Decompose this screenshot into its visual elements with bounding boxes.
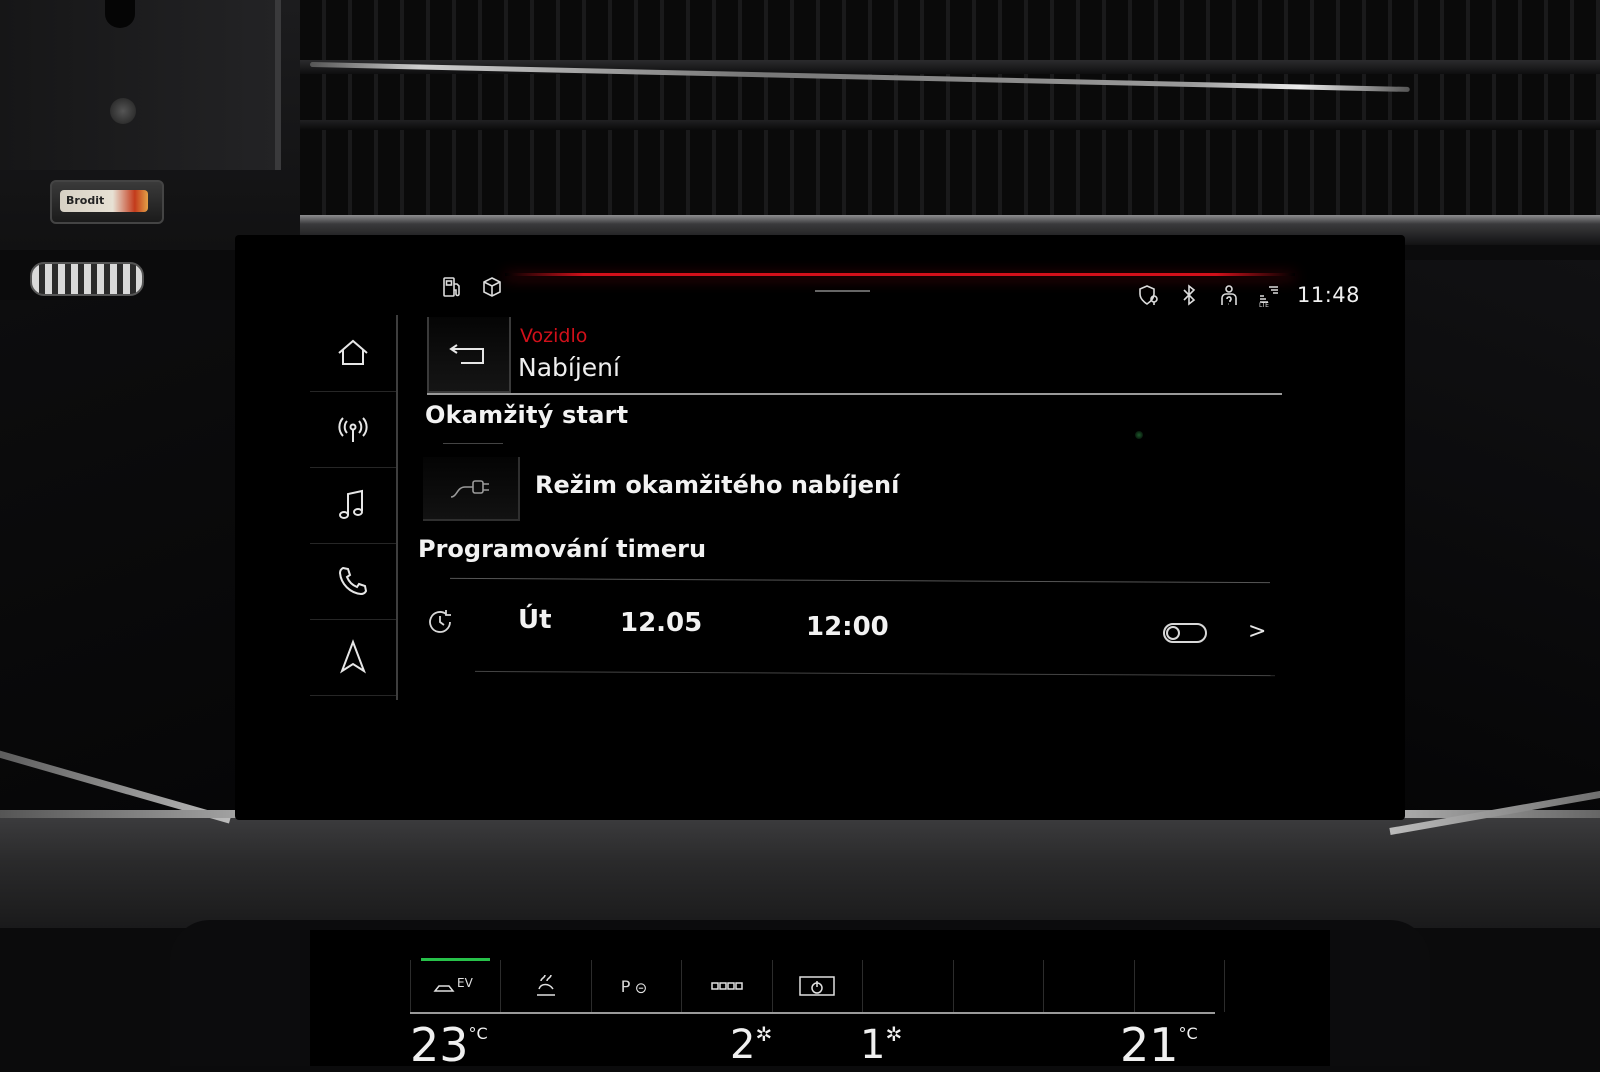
temp-unit: °C [1178,1024,1198,1043]
timer-clock-icon [429,610,451,633]
back-arrow-icon [449,344,484,364]
nav-item-home[interactable] [310,315,396,392]
navigation-arrow-icon [339,639,367,674]
timer-time: 12:00 [806,612,889,642]
bluetooth-icon[interactable] [1177,283,1201,307]
climate-tab-empty[interactable] [952,960,1043,1012]
status-left [440,275,504,299]
fan-icon: ✲ [755,1022,773,1046]
timer-enable-toggle[interactable] [1163,623,1207,643]
air-vent [300,0,1600,217]
fan-right-value: 1 [860,1022,886,1068]
timer-date: 12.05 [620,608,703,638]
left-temperature[interactable]: 23°C [410,1018,488,1072]
side-navigation [310,315,398,700]
instant-charge-tile[interactable] [423,457,520,521]
row-divider [475,670,1275,677]
left-fan-level[interactable]: 2✲ [730,1022,772,1068]
phone-icon [338,566,368,596]
left-temp-value: 23 [410,1018,469,1072]
header-divider [427,393,1282,395]
instant-charge-mode-label[interactable]: Režim okamžitého nabíjení [535,471,899,499]
climate-tab-empty[interactable] [1133,960,1225,1012]
right-temperature[interactable]: 21°C [1120,1018,1198,1072]
status-clock: 11:48 [1296,283,1360,307]
climate-control-screen: EV P 23°C 2✲ 1✲ 21°C [310,930,1330,1072]
toggle-knob [1166,626,1180,640]
bracket-screw [105,0,135,28]
air-vent-slat [300,120,1600,130]
nav-item-navigation[interactable] [310,619,396,696]
dashboard-left-trim [0,300,235,820]
climate-tab-power[interactable] [771,960,862,1012]
section-title-instant-start: Okamžitý start [425,401,629,429]
home-icon [338,339,368,365]
svg-text:LTE: LTE [1259,302,1269,307]
lte-signal-icon[interactable]: LTE [1257,283,1281,309]
holder-brand-label: Brodit [60,190,148,212]
dashboard-lower-panel [0,818,1600,928]
radio-antenna-icon [338,417,368,442]
section-title-timer: Programování timeru [418,535,707,563]
holder-clip: Brodit [50,180,164,224]
chevron-right-icon[interactable]: > [1248,619,1266,644]
climate-tab-seat[interactable] [500,960,590,1012]
dashboard-right-trim [1385,260,1600,820]
fan-left-value: 2 [730,1022,756,1068]
climate-tab-empty[interactable] [862,960,952,1012]
status-bar: LTE 11:48 [440,275,1360,315]
climate-tab-empty[interactable] [1043,960,1133,1012]
phone-holder-bracket [0,0,281,170]
page-title: Nabíjení [518,353,620,382]
ev-car-icon: EV [433,976,474,992]
breadcrumb[interactable]: Vozidlo [520,325,587,347]
bracket-screw [110,98,136,124]
package-box-icon[interactable] [480,275,504,299]
section-divider [443,443,503,444]
timer-row[interactable]: Út 12.05 12:00 > [420,595,1280,665]
climate-power-icon [799,976,836,996]
screen-reflection [1135,431,1143,439]
temp-unit: °C [468,1024,488,1043]
parking-heater-icon [636,983,647,994]
climate-tabs: EV P [410,958,1225,1012]
status-right: LTE 11:48 [1137,283,1360,309]
climate-divider [410,1012,1215,1014]
nav-item-phone[interactable] [310,543,396,620]
right-fan-level[interactable]: 1✲ [860,1022,902,1068]
music-note-icon [339,489,363,519]
person-help-icon[interactable] [1217,283,1241,307]
rear-window-icon [711,982,743,990]
climate-tab-parking[interactable]: P [590,960,681,1012]
back-button[interactable] [427,317,511,393]
timer-day: Út [518,605,552,635]
section-divider [450,577,1270,584]
right-temp-value: 21 [1120,1018,1179,1072]
fuel-pump-icon[interactable] [440,275,464,299]
nav-item-radio[interactable] [310,391,396,468]
ev-label: EV [457,976,474,990]
charging-plug-icon [450,480,489,498]
shield-location-icon[interactable] [1137,283,1161,307]
infotainment-screen: LTE 11:48 Vozidlo Nabíjení Okamžitý star… [235,235,1405,820]
vent-thumbwheel-left[interactable] [30,262,144,296]
fan-icon: ✲ [885,1022,903,1046]
parking-label: P [620,976,631,996]
climate-tab-ev[interactable]: EV [410,958,500,1012]
nav-item-media[interactable] [310,467,396,544]
seat-heating-icon [537,974,556,996]
climate-tab-rear[interactable] [681,960,771,1012]
